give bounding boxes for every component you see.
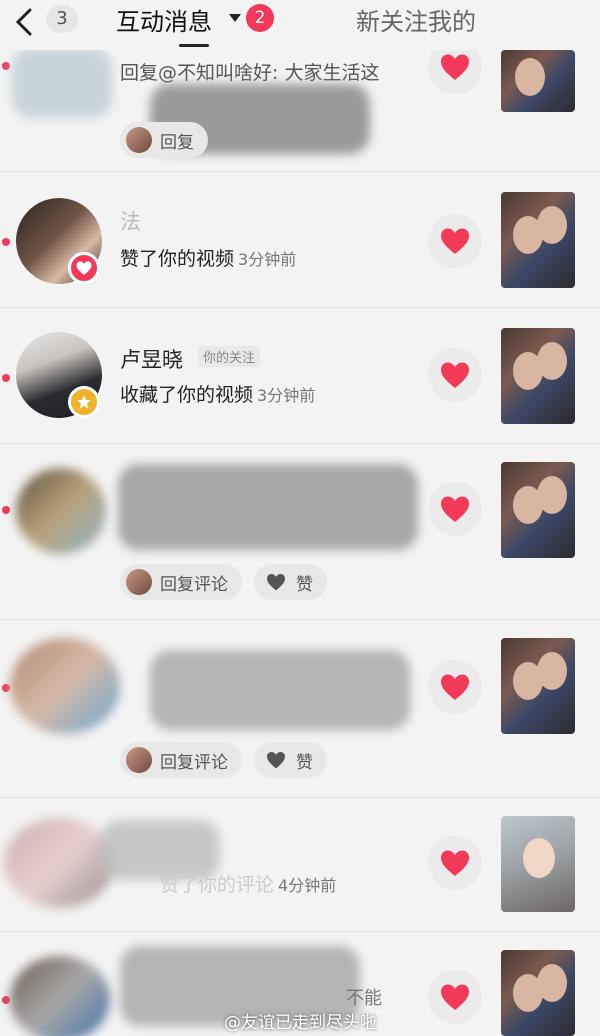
active-tab-underline — [179, 44, 209, 47]
unread-dot — [2, 62, 10, 70]
unread-dot — [2, 506, 10, 514]
reply-comment-button[interactable]: 回复评论 — [120, 742, 242, 778]
video-thumbnail[interactable] — [501, 50, 575, 112]
unread-dot — [2, 684, 10, 692]
timestamp: 3分钟前 — [257, 386, 316, 405]
timestamp: 4分钟前 — [278, 876, 337, 895]
like-button[interactable] — [428, 482, 482, 536]
star-icon — [77, 395, 91, 409]
reply-button[interactable]: 回复 — [120, 122, 208, 158]
list-item[interactable]: 回复评论 赞 — [0, 620, 600, 798]
comment-text: 不能 — [346, 988, 382, 1009]
video-thumbnail[interactable] — [501, 816, 575, 912]
heart-icon — [441, 496, 469, 522]
heart-icon — [441, 850, 469, 876]
like-comment-button[interactable]: 赞 — [254, 742, 327, 778]
heart-badge — [68, 252, 100, 284]
star-badge — [68, 386, 100, 418]
blurred-avatar — [10, 956, 110, 1036]
watermark: @友谊已走到尽头啦 — [224, 1013, 377, 1033]
video-thumbnail[interactable] — [501, 462, 575, 558]
unread-dot — [2, 996, 10, 1004]
list-item[interactable]: 赞了你的评论 4分钟前 — [0, 798, 600, 932]
blurred-content — [150, 650, 410, 730]
blurred-avatar — [12, 48, 112, 118]
user-name[interactable]: 法 — [120, 206, 141, 236]
list-item[interactable]: 法 赞了你的视频 3分钟前 — [0, 172, 600, 308]
unread-dot — [2, 374, 10, 382]
list-item[interactable]: 回复@不知叫啥好: 大家生活这 回复 — [0, 40, 600, 172]
heart-icon — [267, 751, 285, 769]
unread-count-badge: 3 — [46, 5, 78, 33]
heart-icon — [441, 362, 469, 388]
video-thumbnail[interactable] — [501, 328, 575, 424]
list-item[interactable]: 卢昱晓 你的关注 收藏了你的视频 3分钟前 — [0, 308, 600, 444]
chevron-left-icon — [15, 8, 32, 36]
top-bar: 3 互动消息 2 新关注我的 — [0, 0, 600, 50]
heart-icon — [267, 573, 285, 591]
like-button[interactable] — [428, 660, 482, 714]
video-thumbnail[interactable] — [501, 192, 575, 288]
avatar — [126, 747, 152, 773]
tab-badge: 2 — [246, 4, 274, 32]
video-thumbnail[interactable] — [501, 950, 575, 1036]
avatar — [126, 569, 152, 595]
heart-icon — [441, 674, 469, 700]
like-button[interactable] — [428, 214, 482, 268]
action-text: 赞了你的视频 3分钟前 — [120, 248, 297, 270]
comment-text: 回复@不知叫啥好: 大家生活这 — [120, 62, 380, 84]
blurred-avatar — [16, 468, 106, 554]
action-text: 赞了你的评论 4分钟前 — [160, 874, 337, 896]
timestamp: 3分钟前 — [238, 250, 297, 269]
action-text: 收藏了你的视频 3分钟前 — [120, 384, 316, 406]
heart-icon — [441, 54, 469, 80]
blurred-avatar — [4, 818, 114, 908]
unread-dot — [2, 238, 10, 246]
blurred-content — [118, 464, 418, 550]
heart-icon — [76, 261, 92, 275]
caret-down-icon[interactable] — [229, 14, 241, 22]
following-tag: 你的关注 — [198, 346, 261, 367]
tab-new-followers[interactable]: 新关注我的 — [356, 2, 476, 37]
tab-interactions[interactable]: 互动消息 — [116, 2, 212, 37]
heart-icon — [441, 228, 469, 254]
like-button[interactable] — [428, 836, 482, 890]
user-name[interactable]: 卢昱晓 — [120, 344, 183, 374]
like-button[interactable] — [428, 970, 482, 1024]
list-item[interactable]: 回复评论 赞 — [0, 444, 600, 620]
video-thumbnail[interactable] — [501, 638, 575, 734]
avatar — [126, 127, 152, 153]
back-button[interactable] — [10, 6, 42, 38]
heart-icon — [441, 984, 469, 1010]
like-comment-button[interactable]: 赞 — [254, 564, 327, 600]
blurred-avatar — [10, 638, 120, 734]
reply-comment-button[interactable]: 回复评论 — [120, 564, 242, 600]
like-button[interactable] — [428, 348, 482, 402]
